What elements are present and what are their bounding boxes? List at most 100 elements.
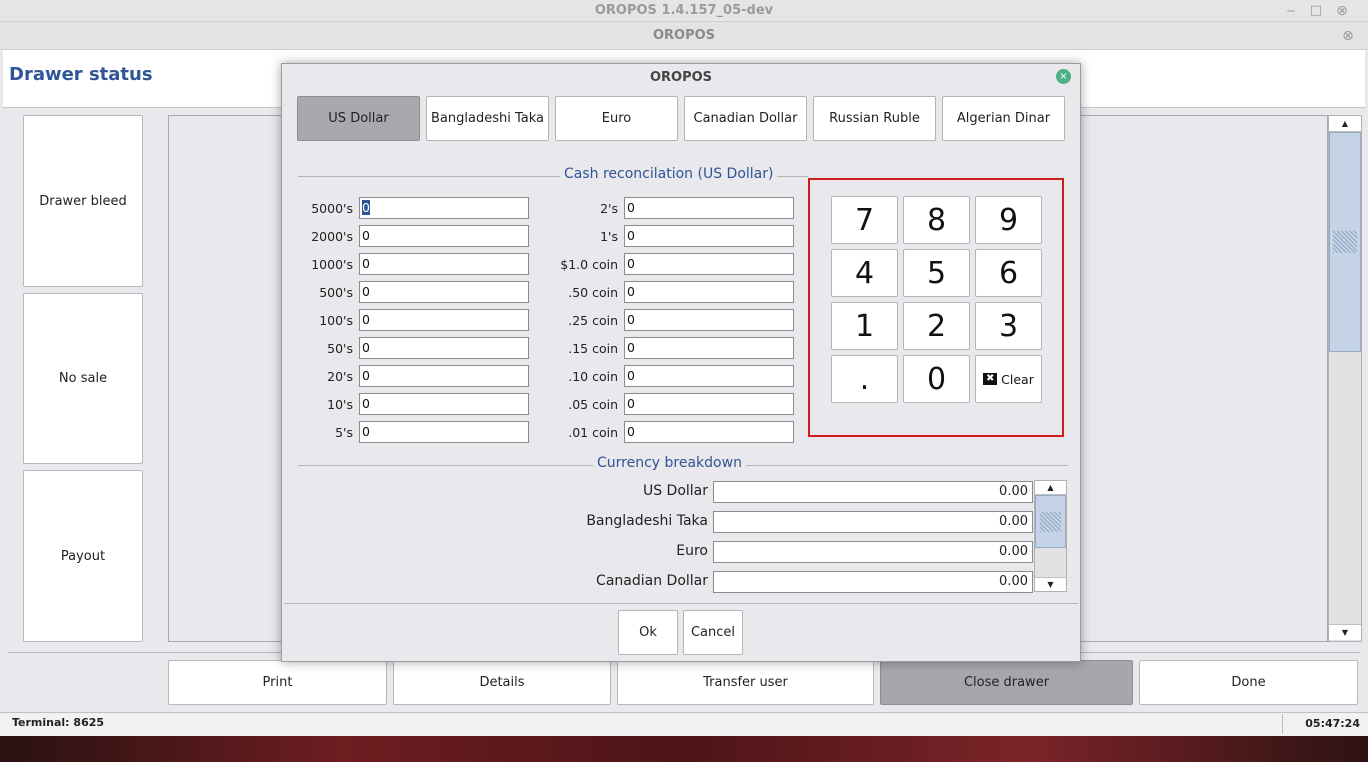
numpad-key-4[interactable]: 4 — [831, 249, 898, 297]
numpad-key-7[interactable]: 7 — [831, 196, 898, 244]
no-sale-button[interactable]: No sale — [23, 293, 143, 464]
ok-label: Ok — [639, 625, 657, 640]
denom-500-input[interactable]: 0 — [359, 281, 529, 303]
denom-label: 50's — [327, 341, 353, 356]
terminal-label: Terminal: 8625 — [12, 716, 105, 729]
tab-label: Bangladeshi Taka — [431, 111, 544, 126]
key-label: 1 — [854, 308, 875, 344]
key-label: 4 — [854, 255, 875, 291]
key-label: 7 — [854, 202, 875, 238]
currency-breakdown-list: US Dollar 0.00 Bangladeshi Taka 0.00 Eur… — [298, 479, 1068, 593]
minimize-icon[interactable]: ‒ — [1282, 2, 1300, 20]
denom-label: 500's — [319, 285, 353, 300]
denom-label: $1.0 coin — [560, 257, 618, 272]
window-close-icon[interactable]: ⊗ — [1333, 2, 1351, 20]
close-drawer-label: Close drawer — [963, 675, 1050, 690]
tab-algerian-dinar[interactable]: Algerian Dinar — [942, 96, 1065, 141]
scroll-up-arrow-icon[interactable]: ▲ — [1035, 481, 1066, 495]
breakdown-label: Euro — [676, 543, 708, 559]
denom-5-input[interactable]: 0 — [359, 421, 529, 443]
details-button[interactable]: Details — [393, 660, 611, 705]
page-title: Drawer status — [9, 64, 153, 85]
denom-2-input[interactable]: 0 — [624, 197, 794, 219]
input-value: 0 — [362, 200, 370, 215]
denom-label: .01 coin — [568, 425, 618, 440]
key-label: 3 — [998, 308, 1019, 344]
numpad-key-dot[interactable]: . — [831, 355, 898, 403]
dialog-close-icon[interactable]: × — [1056, 69, 1071, 84]
cancel-button[interactable]: Cancel — [683, 610, 743, 655]
numpad-key-5[interactable]: 5 — [903, 249, 970, 297]
denom-1000-input[interactable]: 0 — [359, 253, 529, 275]
clock: 05:47:24 PM — [1282, 714, 1364, 750]
ok-button[interactable]: Ok — [618, 610, 678, 655]
numpad-clear-button[interactable]: ✖ Clear — [975, 355, 1042, 403]
denom-label: .10 coin — [568, 369, 618, 384]
denom-100-input[interactable]: 0 — [359, 309, 529, 331]
key-label: 0 — [926, 361, 947, 397]
tab-label: Algerian Dinar — [956, 111, 1051, 126]
denom-label: 1000's — [311, 257, 353, 272]
coin-50-input[interactable]: 0 — [624, 281, 794, 303]
denom-label: 5000's — [311, 201, 353, 216]
denom-label: 10's — [327, 397, 353, 412]
status-bar — [0, 712, 1368, 736]
numpad-key-8[interactable]: 8 — [903, 196, 970, 244]
breakdown-value: 0.00 — [713, 481, 1033, 503]
denom-label: .15 coin — [568, 341, 618, 356]
denom-label: .05 coin — [568, 397, 618, 412]
denom-50-input[interactable]: 0 — [359, 337, 529, 359]
outer-window-title: OROPOS 1.4.157_05-dev — [0, 0, 1368, 22]
tab-euro[interactable]: Euro — [555, 96, 678, 141]
coin-01-input[interactable]: 0 — [624, 421, 794, 443]
desktop-background — [0, 736, 1368, 762]
key-label: . — [859, 361, 870, 397]
coin-1-0-input[interactable]: 0 — [624, 253, 794, 275]
numpad-key-0[interactable]: 0 — [903, 355, 970, 403]
numpad-key-2[interactable]: 2 — [903, 302, 970, 350]
app-close-icon[interactable]: ⊗ — [1339, 27, 1357, 45]
done-button[interactable]: Done — [1139, 660, 1358, 705]
numpad-key-6[interactable]: 6 — [975, 249, 1042, 297]
scroll-up-arrow-icon[interactable]: ▲ — [1329, 116, 1361, 132]
numpad-key-9[interactable]: 9 — [975, 196, 1042, 244]
coin-10-input[interactable]: 0 — [624, 365, 794, 387]
cancel-label: Cancel — [690, 625, 736, 640]
denom-2000-input[interactable]: 0 — [359, 225, 529, 247]
payout-button[interactable]: Payout — [23, 470, 143, 642]
drawer-bleed-button[interactable]: Drawer bleed — [23, 115, 143, 287]
transfer-user-button[interactable]: Transfer user — [617, 660, 874, 705]
tab-label: Canadian Dollar — [693, 111, 798, 126]
tab-canadian-dollar[interactable]: Canadian Dollar — [684, 96, 807, 141]
denom-label: .25 coin — [568, 313, 618, 328]
denom-5000-input[interactable]: 0 — [359, 197, 529, 219]
key-label: 6 — [998, 255, 1019, 291]
close-drawer-button[interactable]: Close drawer — [880, 660, 1133, 705]
coin-15-input[interactable]: 0 — [624, 337, 794, 359]
key-label: 2 — [926, 308, 947, 344]
scroll-grip-icon — [1333, 231, 1357, 253]
denom-10-input[interactable]: 0 — [359, 393, 529, 415]
denom-label: 2000's — [311, 229, 353, 244]
coin-05-input[interactable]: 0 — [624, 393, 794, 415]
tab-bangladeshi-taka[interactable]: Bangladeshi Taka — [426, 96, 549, 141]
numpad-key-3[interactable]: 3 — [975, 302, 1042, 350]
coin-25-input[interactable]: 0 — [624, 309, 794, 331]
tab-us-dollar[interactable]: US Dollar — [297, 96, 420, 141]
done-label: Done — [1231, 675, 1266, 690]
key-label: 9 — [998, 202, 1019, 238]
breakdown-value: 0.00 — [713, 511, 1033, 533]
no-sale-label: No sale — [58, 371, 108, 386]
denom-label: 100's — [319, 313, 353, 328]
denom-label: 1's — [600, 229, 618, 244]
scroll-down-arrow-icon[interactable]: ▼ — [1329, 624, 1361, 640]
divider — [284, 603, 1078, 604]
maximize-icon[interactable]: □ — [1307, 2, 1325, 20]
print-button[interactable]: Print — [168, 660, 387, 705]
numpad-key-1[interactable]: 1 — [831, 302, 898, 350]
denom-20-input[interactable]: 0 — [359, 365, 529, 387]
tab-russian-ruble[interactable]: Russian Ruble — [813, 96, 936, 141]
scroll-down-arrow-icon[interactable]: ▼ — [1035, 577, 1066, 591]
denom-1-input[interactable]: 0 — [624, 225, 794, 247]
details-label: Details — [479, 675, 525, 690]
